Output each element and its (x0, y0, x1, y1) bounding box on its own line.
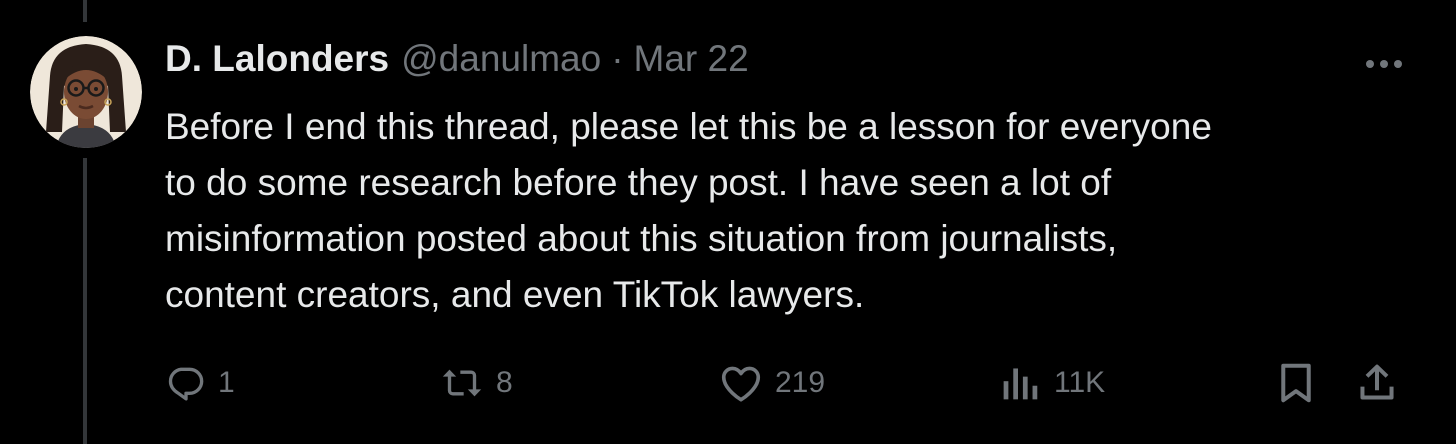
more-icon (1366, 60, 1402, 68)
bookmark-button[interactable] (1276, 355, 1316, 411)
views-icon (1003, 368, 1038, 400)
reply-icon (168, 367, 204, 401)
bookmark-icon (1281, 363, 1311, 403)
retweet-count: 8 (496, 366, 513, 399)
retweet-button[interactable]: 8 (440, 355, 513, 411)
retweet-icon (442, 369, 482, 397)
like-count: 219 (775, 366, 826, 399)
share-icon (1360, 364, 1394, 400)
tweet-actions: 1 8 219 11K (0, 355, 1456, 411)
thread-line (83, 0, 87, 22)
author-display-name[interactable]: D. Lalonders (165, 38, 389, 80)
view-count: 11K (1054, 366, 1106, 399)
heart-icon (721, 366, 761, 402)
more-button[interactable] (1358, 44, 1410, 84)
share-button[interactable] (1357, 355, 1397, 411)
tweet-text: Before I end this thread, please let thi… (165, 106, 1212, 315)
tweet-date[interactable]: Mar 22 (634, 38, 749, 80)
views-button[interactable]: 11K (998, 355, 1105, 411)
tweet-header: D. Lalonders @danulmao · Mar 22 (165, 38, 749, 88)
reply-count: 1 (218, 366, 235, 399)
avatar[interactable] (30, 36, 142, 148)
separator-dot: · (611, 38, 624, 79)
like-button[interactable]: 219 (719, 355, 825, 411)
reply-button[interactable]: 1 (166, 355, 235, 411)
author-handle[interactable]: @danulmao (401, 38, 601, 80)
